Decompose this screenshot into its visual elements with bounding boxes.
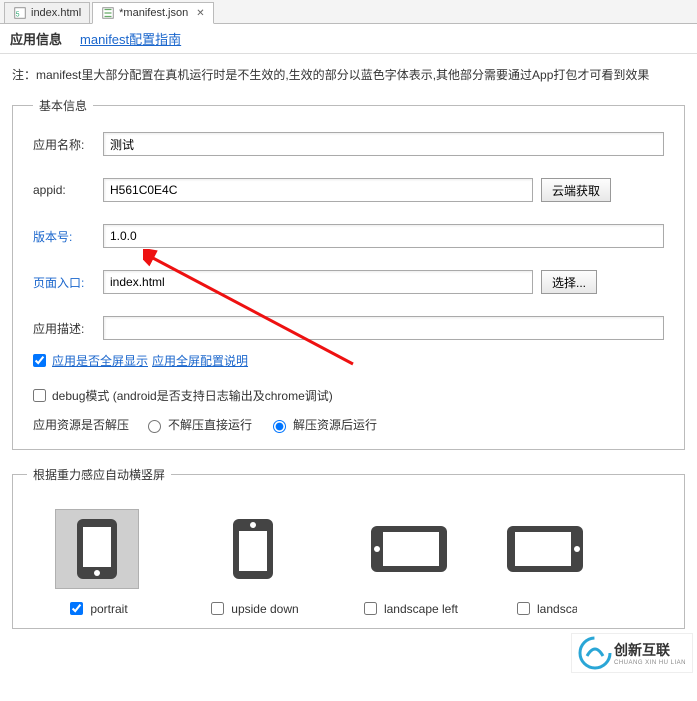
orient-upside-down[interactable]: upside down <box>193 509 313 618</box>
resource-radio-2[interactable] <box>273 420 286 433</box>
select-button[interactable]: 选择... <box>541 270 597 294</box>
version-label: 版本号: <box>33 228 103 245</box>
tab-index-label: index.html <box>31 7 81 19</box>
basic-info-fieldset: 基本信息 应用名称: appid: 云端获取 版本号: 页面入口: 选择... … <box>12 97 685 450</box>
html-file-icon: 5 <box>13 6 27 20</box>
subnav-guide-link[interactable]: manifest配置指南 <box>80 29 181 48</box>
desc-label: 应用描述: <box>33 320 103 337</box>
watermark-logo-icon <box>578 636 612 670</box>
upside-down-checkbox[interactable] <box>211 602 224 615</box>
json-file-icon <box>101 6 115 20</box>
debug-chk-label: debug模式 (android是否支持日志输出及chrome调试) <box>52 387 333 404</box>
resource-radio-1[interactable] <box>148 420 161 433</box>
file-tab-bar: 5 index.html *manifest.json ✕ <box>0 0 697 24</box>
annotation-arrow <box>143 249 363 369</box>
note-text: 注：manifest里大部分配置在真机运行时是不生效的,生效的部分以蓝色字体表示… <box>0 54 697 93</box>
fullscreen-chk-label: 应用是否全屏显示 <box>52 352 148 369</box>
version-input[interactable] <box>103 224 664 248</box>
landscape-right-icon <box>505 524 585 574</box>
resource-opt-no-extract[interactable]: 不解压直接运行 <box>143 416 252 433</box>
resource-radio-1-label: 不解压直接运行 <box>168 416 252 433</box>
landscape-left-icon <box>369 524 449 574</box>
orient-portrait[interactable]: portrait <box>37 509 157 618</box>
orient-landscape-left[interactable]: landscape left <box>349 509 469 618</box>
close-icon[interactable]: ✕ <box>196 8 204 19</box>
appid-label: appid: <box>33 183 103 197</box>
resource-radio-2-label: 解压资源后运行 <box>293 416 377 433</box>
orientation-fieldset: 根据重力感应自动横竖屏 portrait upside down <box>12 466 685 629</box>
resource-opt-extract[interactable]: 解压资源后运行 <box>268 416 377 433</box>
watermark: 创新互联 CHUANG XIN HU LIAN <box>571 633 693 673</box>
watermark-sub: CHUANG XIN HU LIAN <box>614 660 686 666</box>
landscape-left-checkbox[interactable] <box>364 602 377 615</box>
landscape-left-label: landscape left <box>384 602 458 616</box>
desc-input[interactable] <box>103 316 664 340</box>
orientation-legend: 根据重力感应自动横竖屏 <box>27 466 171 483</box>
fullscreen-checkbox[interactable] <box>33 354 46 367</box>
tab-manifest-label: *manifest.json <box>119 7 188 19</box>
cloud-fetch-button[interactable]: 云端获取 <box>541 178 611 202</box>
debug-checkbox[interactable] <box>33 389 46 402</box>
resource-label: 应用资源是否解压 <box>33 416 129 433</box>
upside-down-label: upside down <box>231 602 298 616</box>
landscape-right-checkbox[interactable] <box>517 602 530 615</box>
basic-info-legend: 基本信息 <box>33 97 93 114</box>
name-input[interactable] <box>103 132 664 156</box>
entry-label: 页面入口: <box>33 274 103 291</box>
upside-down-icon <box>231 517 275 581</box>
watermark-brand: 创新互联 <box>614 640 686 660</box>
fullscreen-help-link[interactable]: 应用全屏配置说明 <box>152 352 248 369</box>
tab-manifest-json[interactable]: *manifest.json ✕ <box>92 2 213 24</box>
tab-index-html[interactable]: 5 index.html <box>4 2 90 24</box>
portrait-label: portrait <box>90 602 127 616</box>
sub-nav: 应用信息 manifest配置指南 <box>0 24 697 54</box>
svg-text:5: 5 <box>16 12 20 19</box>
portrait-checkbox[interactable] <box>70 602 83 615</box>
appid-input[interactable] <box>103 178 533 202</box>
subnav-appinfo[interactable]: 应用信息 <box>10 29 62 48</box>
orient-landscape-right[interactable]: landscape right <box>505 509 585 618</box>
portrait-icon <box>75 517 119 581</box>
landscape-right-label: landscape right <box>537 602 577 616</box>
name-label: 应用名称: <box>33 136 103 153</box>
entry-input[interactable] <box>103 270 533 294</box>
